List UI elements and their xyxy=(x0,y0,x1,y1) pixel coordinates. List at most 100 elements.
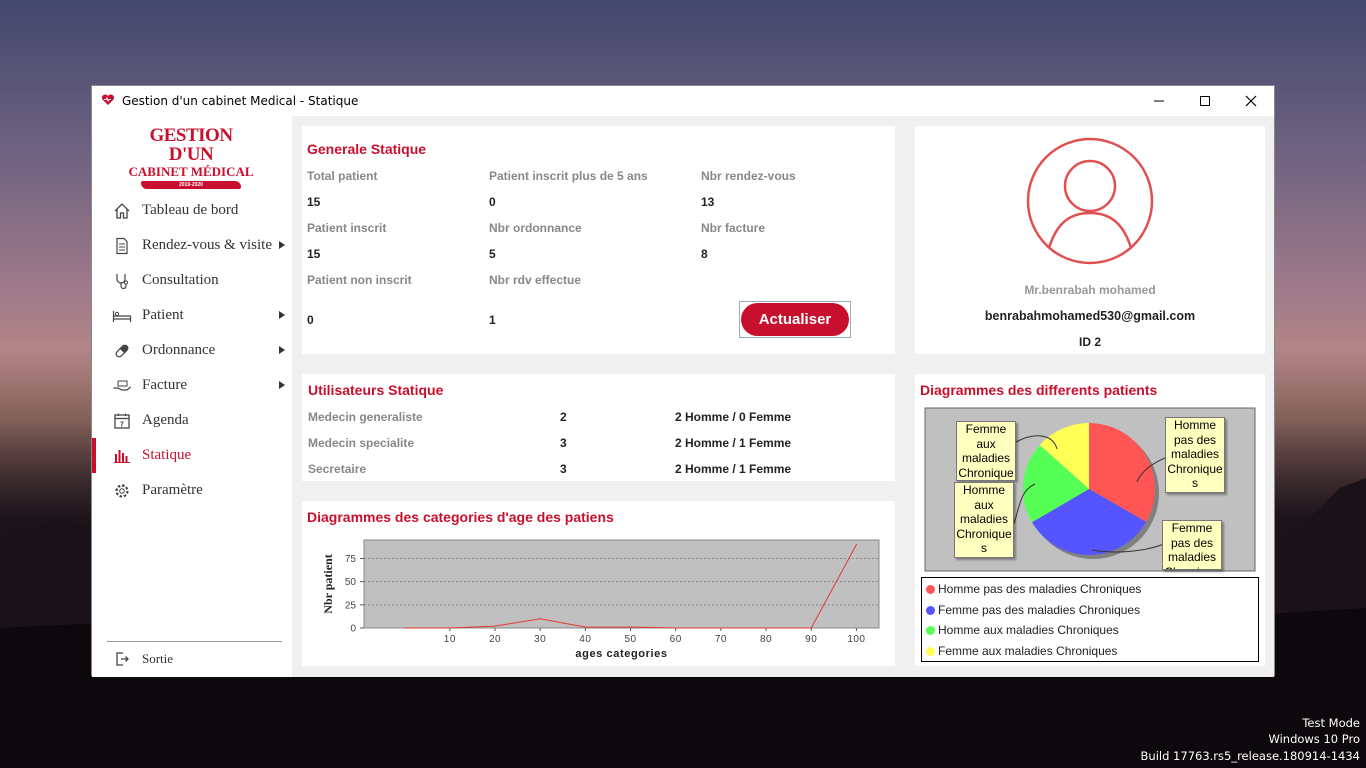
logout-icon xyxy=(112,651,132,667)
x-tick-label: 30 xyxy=(534,634,546,645)
data-point xyxy=(539,618,541,620)
submenu-arrow-icon xyxy=(279,381,285,389)
pie-legend: Homme pas des maladies Chroniques Femme … xyxy=(921,577,1259,662)
refresh-button[interactable]: Actualiser xyxy=(741,303,849,336)
user-name: Mr.benrabah mohamed xyxy=(1024,283,1156,297)
calendar-icon: 7 xyxy=(112,411,132,431)
submenu-arrow-icon xyxy=(279,346,285,354)
sidebar-item-label: Tableau de bord xyxy=(142,202,239,218)
svg-text:7: 7 xyxy=(120,421,124,428)
sidebar-item-label: Consultation xyxy=(142,272,219,288)
legend-label: Homme pas des maladies Chroniques xyxy=(938,582,1142,596)
stat-value: 1 xyxy=(489,313,496,327)
stat-label: Nbr ordonnance xyxy=(489,221,582,235)
data-point xyxy=(449,627,451,629)
legend-swatch xyxy=(926,625,935,635)
data-point xyxy=(855,544,858,546)
user-id: ID 2 xyxy=(1078,335,1101,349)
stat-value: 15 xyxy=(307,195,321,209)
general-stats-panel: Generale Statique Total patient 15 Patie… xyxy=(302,126,895,354)
legend-swatch xyxy=(926,646,935,656)
sidebar-item-label: Facture xyxy=(142,377,187,393)
sidebar-item-label: Paramètre xyxy=(142,482,203,498)
window-title: Gestion d'un cabinet Medical - Statique xyxy=(122,94,359,108)
pill-icon xyxy=(112,341,132,361)
bed-icon xyxy=(112,306,132,326)
sidebar-item-parametre[interactable]: Paramètre xyxy=(92,473,292,508)
stat-value: 0 xyxy=(489,195,496,209)
x-tick-label: 80 xyxy=(760,634,772,645)
legend-item: Homme aux maladies Chroniques xyxy=(926,620,1119,640)
x-tick-label: 10 xyxy=(444,634,456,645)
sidebar: GESTION D'UN CABINET MÉDICAL 2019-2020 T… xyxy=(92,116,292,677)
home-icon xyxy=(112,201,132,221)
plot-area xyxy=(363,539,880,629)
pie-callout: Homme pas des maladies Chronique s xyxy=(1165,417,1225,493)
sidebar-item-patient[interactable]: Patient xyxy=(92,298,292,333)
stat-label: Nbr facture xyxy=(701,221,766,235)
pie-callout: Femme aux maladies Chronique xyxy=(956,421,1016,481)
submenu-arrow-icon xyxy=(279,311,285,319)
y-tick-label: 0 xyxy=(350,624,356,635)
legend-label: Femme pas des maladies Chroniques xyxy=(938,603,1141,617)
user-split: 2 Homme / 1 Femme xyxy=(675,436,792,450)
minimize-button[interactable] xyxy=(1136,86,1182,116)
y-tick-label: 50 xyxy=(345,577,357,588)
title-bar[interactable]: Gestion d'un cabinet Medical - Statique xyxy=(92,86,1274,116)
logout-button[interactable]: Sortie xyxy=(112,646,173,672)
x-tick-label: 50 xyxy=(624,634,636,645)
maximize-button[interactable] xyxy=(1182,86,1228,116)
submenu-arrow-icon xyxy=(279,241,285,249)
pie-callout: Homme aux maladies Chronique s xyxy=(954,482,1014,558)
sidebar-item-ordonnance[interactable]: Ordonnance xyxy=(92,333,292,368)
data-point xyxy=(494,625,496,627)
sidebar-item-statique[interactable]: Statique xyxy=(92,438,292,473)
x-tick-label: 70 xyxy=(715,634,727,645)
user-email: benrabahmohamed530@gmail.com xyxy=(984,309,1196,323)
x-tick-label: 100 xyxy=(847,634,865,645)
avatar xyxy=(1026,137,1154,265)
pie-chart-panel: Diagrammes des differents patients Femme… xyxy=(915,374,1265,666)
x-tick-label: 90 xyxy=(805,634,817,645)
user-count: 3 xyxy=(560,436,567,450)
x-axis-label: ages categories xyxy=(575,648,667,660)
app-logo: GESTION D'UN CABINET MÉDICAL 2019-2020 xyxy=(128,126,254,189)
stat-label: Patient non inscrit xyxy=(307,273,412,287)
close-button[interactable] xyxy=(1228,86,1274,116)
sidebar-item-label: Patient xyxy=(142,307,184,323)
user-role: Medecin specialite xyxy=(308,436,415,450)
sidebar-item-agenda[interactable]: 7 Agenda xyxy=(92,403,292,438)
legend-swatch xyxy=(926,605,935,615)
x-tick-label: 60 xyxy=(670,634,682,645)
panel-title: Generale Statique xyxy=(307,141,427,157)
stat-value: 13 xyxy=(701,195,715,209)
data-point xyxy=(584,626,586,628)
stat-label: Nbr rendez-vous xyxy=(701,169,796,183)
sidebar-nav: Tableau de bord Rendez-vous & visite Con… xyxy=(92,193,292,508)
legend-swatch xyxy=(926,584,935,594)
user-role: Medecin generaliste xyxy=(308,410,423,424)
sidebar-item-consultation[interactable]: Consultation xyxy=(92,263,292,298)
x-tick-label: 40 xyxy=(579,634,591,645)
y-axis-label: Nbr patient xyxy=(321,554,335,613)
payment-icon xyxy=(112,376,132,396)
sidebar-item-facture[interactable]: Facture xyxy=(92,368,292,403)
stat-value: 5 xyxy=(489,247,496,261)
stat-value: 15 xyxy=(307,247,321,261)
bar-chart-icon xyxy=(112,446,132,466)
sidebar-item-rendez-vous[interactable]: Rendez-vous & visite xyxy=(92,228,292,263)
client-area: GESTION D'UN CABINET MÉDICAL 2019-2020 T… xyxy=(92,116,1274,677)
logo-line: CABINET MÉDICAL xyxy=(128,164,254,179)
refresh-button-focus: Actualiser xyxy=(739,301,851,338)
users-stats-panel: Utilisateurs Statique Medecin generalist… xyxy=(302,374,895,481)
age-chart-panel: Diagrammes des categories d'age des pati… xyxy=(302,501,895,666)
legend-label: Homme aux maladies Chroniques xyxy=(938,623,1119,637)
watermark-line: Build 17763.rs5_release.180914-1434 xyxy=(1140,748,1360,763)
user-split: 2 Homme / 0 Femme xyxy=(675,410,792,424)
sidebar-item-tableau-de-bord[interactable]: Tableau de bord xyxy=(92,193,292,228)
data-point xyxy=(675,627,677,629)
panel-title: Utilisateurs Statique xyxy=(308,382,444,398)
os-watermark: Test Mode Windows 10 Pro Build 17763.rs5… xyxy=(1141,715,1360,765)
y-tick-label: 25 xyxy=(345,600,357,611)
user-count: 2 xyxy=(560,410,567,424)
